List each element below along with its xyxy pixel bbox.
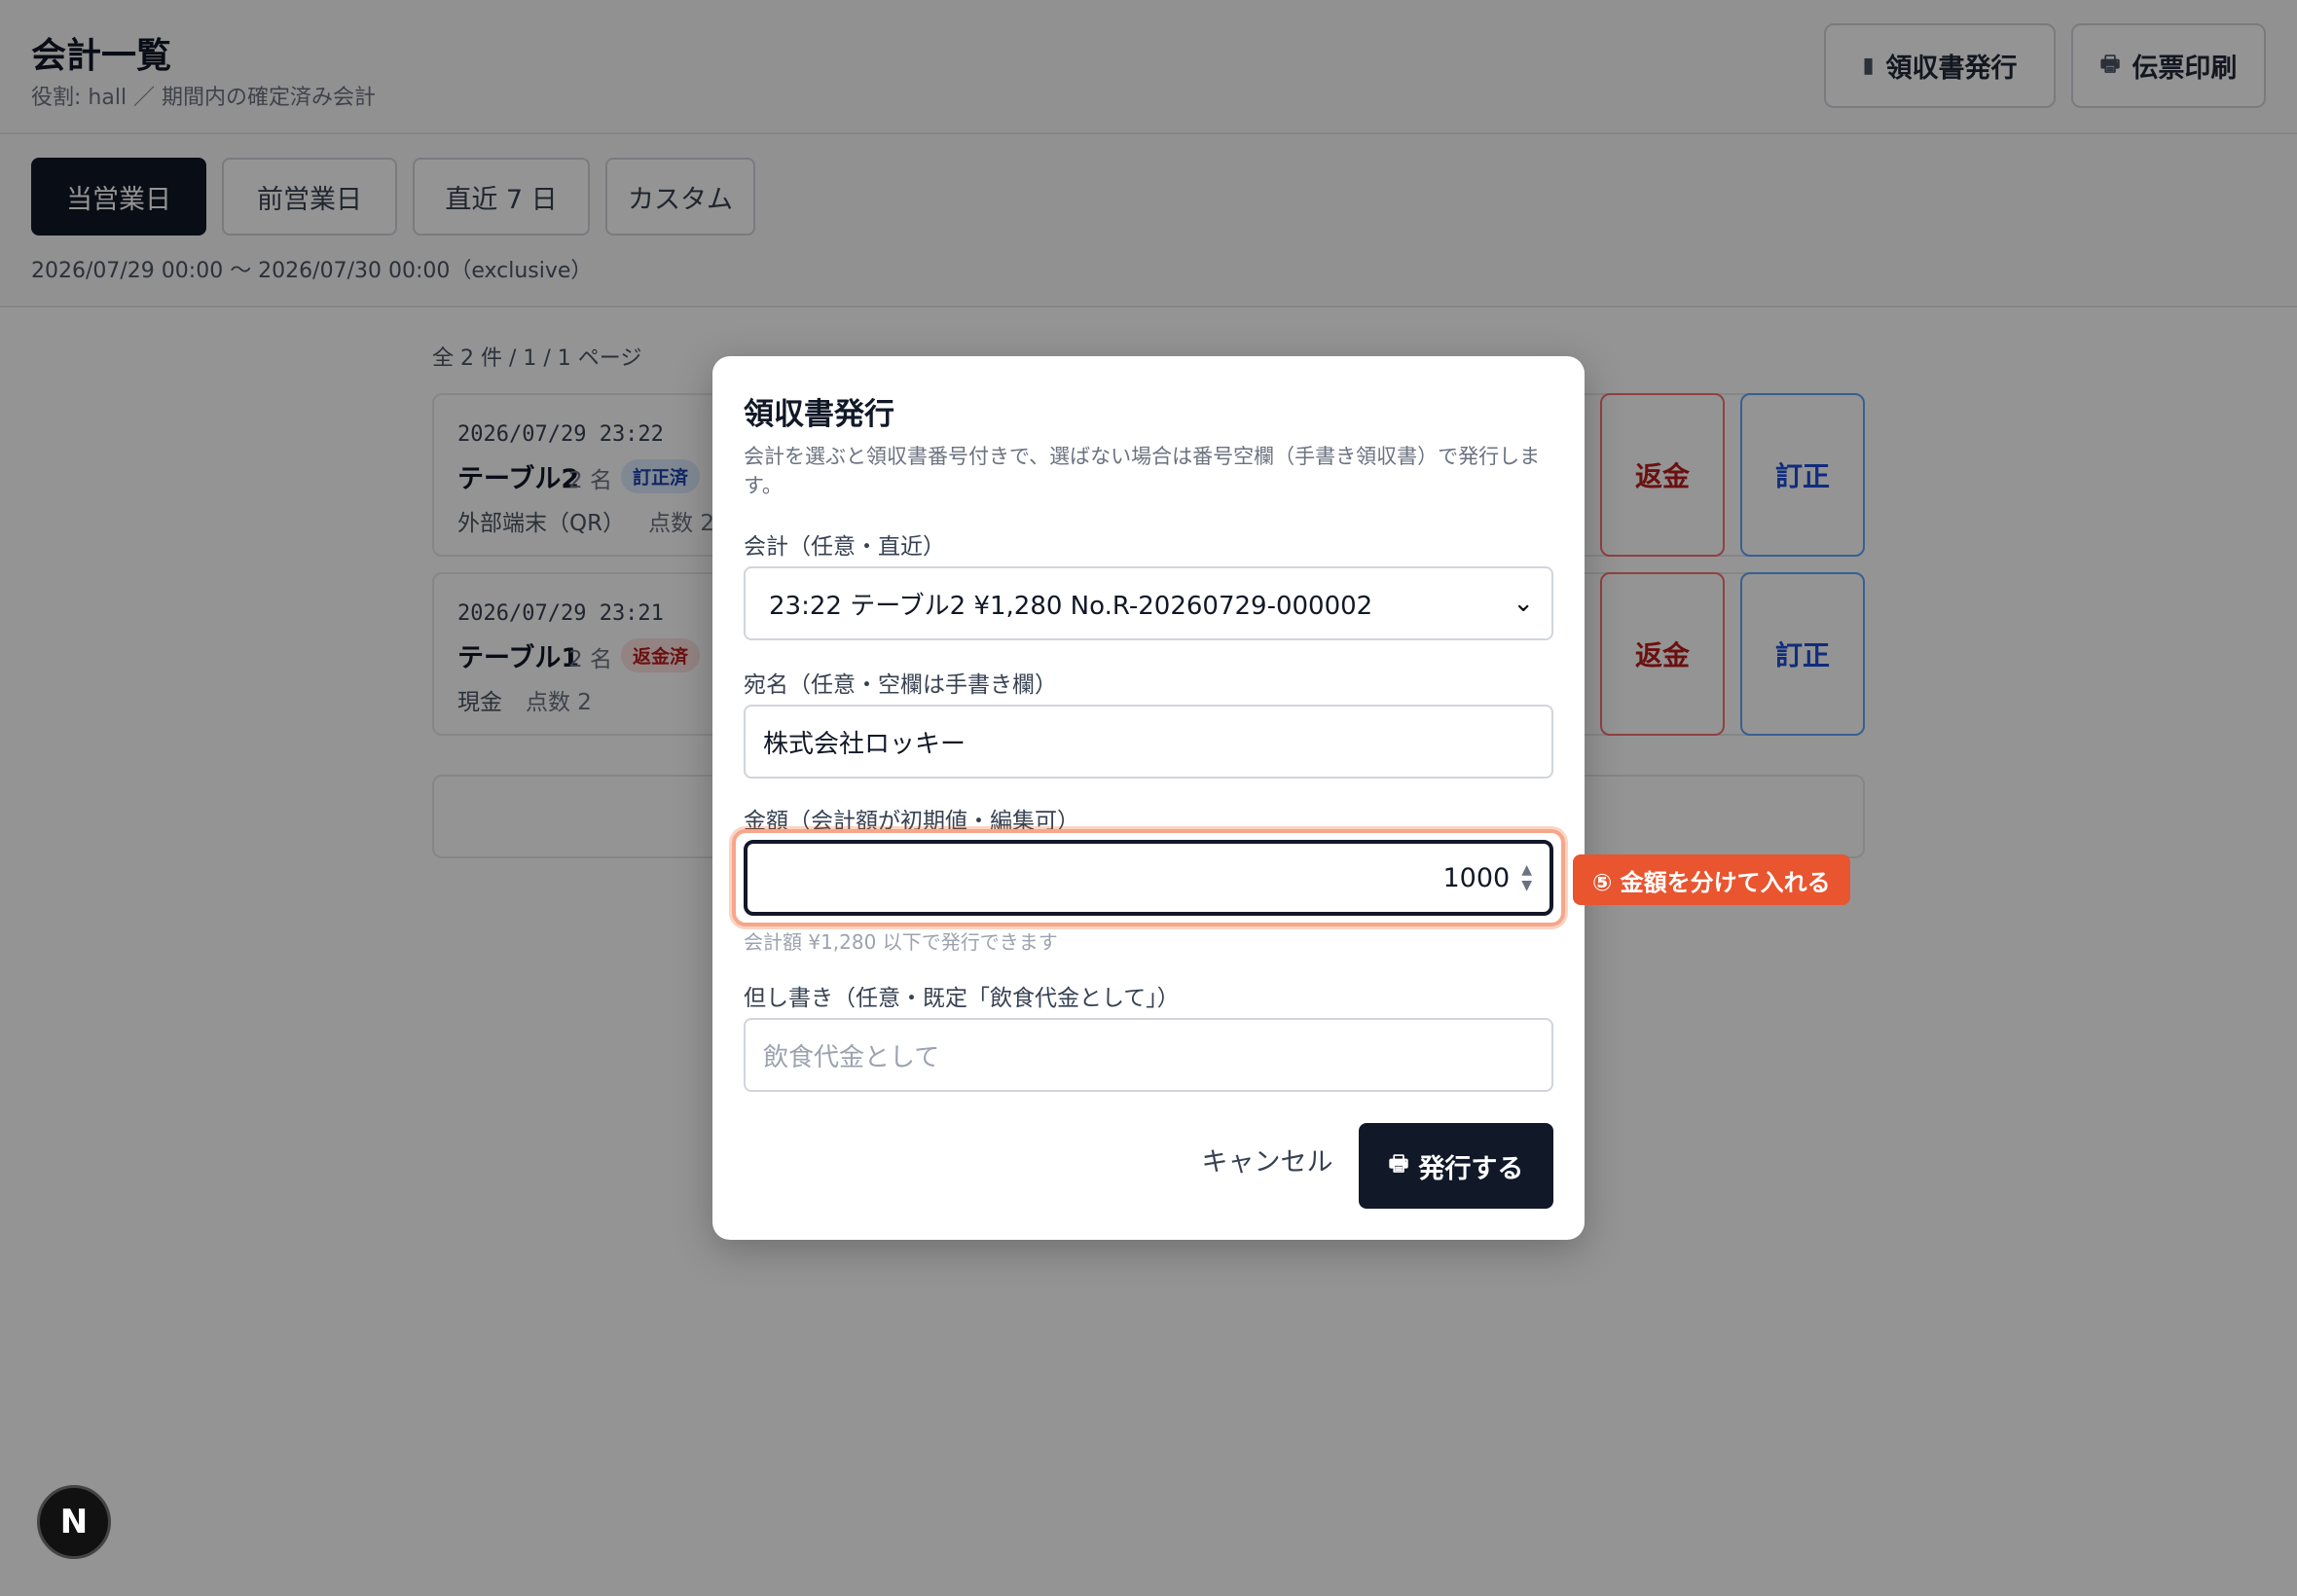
dialog-title: 領収書発行 — [744, 397, 894, 432]
dialog-description: 会計を選ぶと領収書番号付きで、選ばない場合は番号空欄（手書き領収書）で発行します… — [744, 445, 1541, 497]
issue-button[interactable]: 🖶 発行する — [1359, 1123, 1553, 1209]
stepper-down-icon[interactable]: ▼ — [1521, 878, 1532, 893]
printer-icon: 🖶 — [1388, 1152, 1409, 1177]
note-input[interactable]: 飲食代金として — [744, 1018, 1553, 1092]
receipt-dialog: 領収書発行 会計を選ぶと領収書番号付きで、選ばない場合は番号空欄（手書き領収書）… — [712, 356, 1585, 1240]
issue-button-label: 発行する — [1418, 1153, 1524, 1184]
amount-hint: 会計額 ¥1,280 以下で発行できます — [744, 930, 1058, 954]
amount-value: 1000 — [1442, 862, 1511, 893]
amount-input[interactable]: 1000 ▲ ▼ — [744, 840, 1553, 916]
cancel-button[interactable]: キャンセル — [1199, 1125, 1335, 1193]
chevron-down-icon: ⌄ — [1513, 589, 1534, 618]
account-select[interactable]: 23:22 テーブル2 ¥1,280 No.R-20260729-000002 … — [744, 566, 1553, 640]
recipient-name-input[interactable]: 株式会社ロッキー — [744, 705, 1553, 779]
recipient-name-label: 宛名（任意・空欄は手書き欄） — [744, 672, 1057, 698]
number-stepper[interactable]: ▲ ▼ — [1521, 862, 1532, 893]
account-select-value: 23:22 テーブル2 ¥1,280 No.R-20260729-000002 — [769, 591, 1373, 621]
stepper-up-icon[interactable]: ▲ — [1521, 862, 1532, 878]
step-callout: ⑤ 金額を分けて入れる — [1573, 854, 1850, 905]
note-label: 但し書き（任意・既定「飲食代金として」） — [744, 986, 1180, 1011]
next-dev-badge[interactable]: N — [37, 1485, 111, 1559]
account-label: 会計（任意・直近） — [744, 534, 945, 560]
